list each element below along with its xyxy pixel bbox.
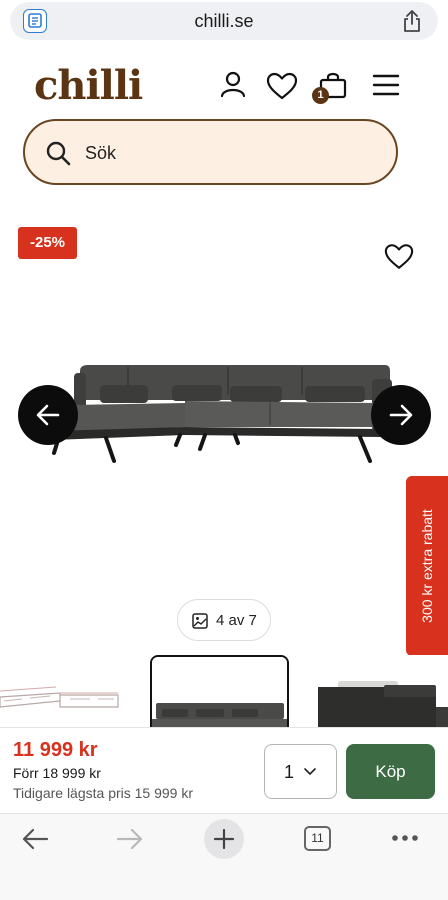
thumbnail[interactable]	[318, 655, 448, 727]
previous-image-button[interactable]	[18, 385, 78, 445]
forward-icon[interactable]	[115, 827, 145, 851]
menu-icon[interactable]	[372, 73, 400, 97]
browser-toolbar: 11	[0, 813, 448, 900]
thumbnail-active[interactable]	[150, 655, 289, 727]
image-counter[interactable]: 4 av 7	[177, 599, 271, 641]
heart-icon[interactable]	[266, 72, 298, 100]
thumbnail[interactable]	[0, 655, 120, 727]
buy-button[interactable]: Köp	[346, 744, 435, 799]
quantity-select[interactable]: 1	[264, 744, 337, 799]
quantity-value: 1	[284, 762, 295, 782]
extra-discount-tab[interactable]: 300 kr extra rabatt	[406, 476, 448, 656]
arrow-right-icon	[389, 404, 413, 426]
new-tab-button[interactable]	[204, 819, 244, 859]
previous-price: Förr 18 999 kr	[13, 765, 101, 781]
new-tab-icon	[213, 828, 235, 850]
search-bar[interactable]	[23, 119, 398, 185]
product-image	[49, 365, 392, 463]
lowest-price: Tidigare lägsta pris 15 999 kr	[13, 785, 194, 801]
image-counter-text: 4 av 7	[216, 612, 257, 629]
account-icon[interactable]	[220, 70, 246, 98]
next-image-button[interactable]	[371, 385, 431, 445]
sale-price: 11 999 kr	[13, 739, 98, 761]
address-field[interactable]: chilli.se	[10, 2, 438, 40]
more-icon[interactable]	[391, 834, 419, 842]
url-text[interactable]: chilli.se	[10, 11, 438, 32]
arrow-left-icon	[36, 404, 60, 426]
discount-badge: -25%	[18, 227, 77, 259]
browser-url-bar: chilli.se	[0, 0, 448, 44]
back-icon[interactable]	[20, 827, 50, 851]
search-input[interactable]	[85, 141, 365, 165]
purchase-bar: 11 999 kr Förr 18 999 kr Tidigare lägsta…	[0, 727, 448, 813]
chevron-down-icon	[304, 768, 316, 776]
wishlist-icon[interactable]	[384, 243, 414, 270]
site-logo[interactable]: chilli	[34, 62, 143, 109]
extra-discount-label: 300 kr extra rabatt	[419, 509, 435, 623]
gallery-icon	[192, 613, 208, 629]
share-icon[interactable]	[402, 9, 422, 33]
tabs-button[interactable]: 11	[304, 826, 331, 851]
search-icon	[46, 141, 71, 166]
cart-count-badge: 1	[312, 87, 329, 104]
